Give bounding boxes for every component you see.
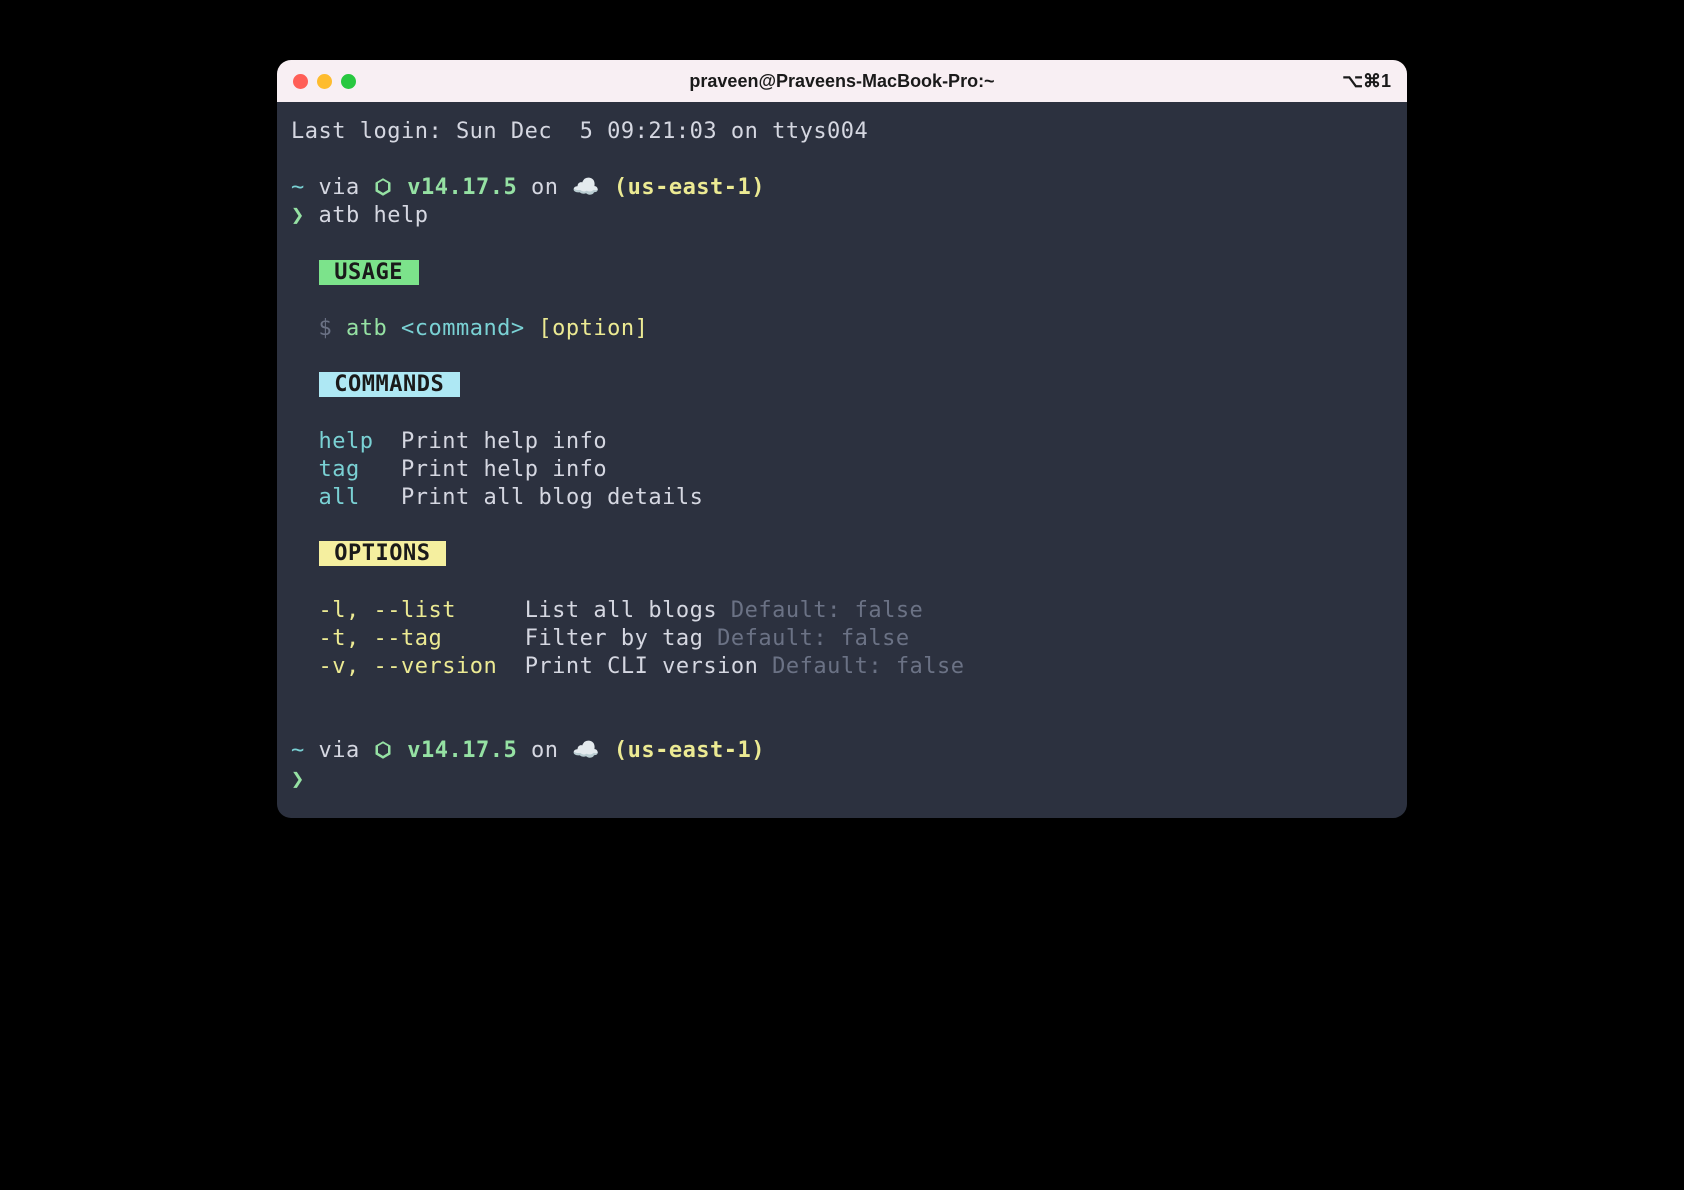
titlebar[interactable]: praveen@Praveens-MacBook-Pro:~ ⌥⌘1 bbox=[277, 60, 1407, 102]
empty-prompt-line[interactable]: ❯ bbox=[291, 766, 1393, 794]
command-desc: Print all blog details bbox=[401, 485, 703, 510]
option-row: -l, --list List all blogs Default: false bbox=[291, 597, 1393, 625]
node-icon bbox=[373, 738, 393, 763]
prompt-arrow: ❯ bbox=[291, 203, 319, 228]
titlebar-shortcut: ⌥⌘1 bbox=[1342, 71, 1391, 92]
option-flags: -v, --version bbox=[319, 654, 498, 679]
blank-line bbox=[291, 709, 1393, 737]
blank-line bbox=[291, 287, 1393, 315]
prompt-via: via bbox=[305, 738, 374, 763]
terminal-body[interactable]: Last login: Sun Dec 5 09:21:03 on ttys00… bbox=[277, 102, 1407, 818]
close-button[interactable] bbox=[293, 74, 308, 89]
cloud-icon: ☁️ bbox=[572, 175, 600, 200]
commands-header: COMMANDS bbox=[291, 371, 1393, 399]
usage-dollar: $ bbox=[291, 316, 346, 341]
options-header: OPTIONS bbox=[291, 540, 1393, 568]
option-default: Default: false bbox=[772, 654, 964, 679]
blank-line bbox=[291, 400, 1393, 428]
blank-line bbox=[291, 343, 1393, 371]
prompt-tilde: ~ bbox=[291, 738, 305, 763]
node-version: v14.17.5 bbox=[407, 175, 517, 200]
command-desc: Print help info bbox=[401, 457, 607, 482]
traffic-lights bbox=[293, 74, 356, 89]
option-row: -v, --version Print CLI version Default:… bbox=[291, 653, 1393, 681]
option-desc: List all blogs bbox=[525, 598, 731, 623]
cloud-icon: ☁️ bbox=[572, 738, 600, 763]
blank-line bbox=[291, 569, 1393, 597]
window-title: praveen@Praveens-MacBook-Pro:~ bbox=[293, 71, 1391, 92]
option-default: Default: false bbox=[717, 626, 909, 651]
blank-line bbox=[291, 146, 1393, 174]
aws-region: (us-east-1) bbox=[600, 175, 765, 200]
option-default: Default: false bbox=[731, 598, 923, 623]
minimize-button[interactable] bbox=[317, 74, 332, 89]
prompt-on: on bbox=[517, 738, 572, 763]
usage-args: <command> bbox=[401, 316, 538, 341]
option-desc: Print CLI version bbox=[525, 654, 772, 679]
prompt-line-2: ~ via v14.17.5 on ☁️ (us-east-1) bbox=[291, 737, 1393, 765]
aws-region: (us-east-1) bbox=[600, 738, 765, 763]
option-row: -t, --tag Filter by tag Default: false bbox=[291, 625, 1393, 653]
command-row: all Print all blog details bbox=[291, 484, 1393, 512]
command-row: help Print help info bbox=[291, 428, 1393, 456]
command-name: tag bbox=[319, 457, 360, 482]
prompt-line-1: ~ via v14.17.5 on ☁️ (us-east-1) bbox=[291, 174, 1393, 202]
usage-opts: [option] bbox=[538, 316, 648, 341]
usage-line: $ atb <command> [option] bbox=[291, 315, 1393, 343]
prompt-tilde: ~ bbox=[291, 175, 305, 200]
terminal-window: praveen@Praveens-MacBook-Pro:~ ⌥⌘1 Last … bbox=[277, 60, 1407, 818]
options-badge: OPTIONS bbox=[319, 541, 447, 566]
option-desc: Filter by tag bbox=[525, 626, 717, 651]
prompt-on: on bbox=[517, 175, 572, 200]
maximize-button[interactable] bbox=[341, 74, 356, 89]
command-line: ❯ atb help bbox=[291, 202, 1393, 230]
blank-line bbox=[291, 681, 1393, 709]
prompt-arrow: ❯ bbox=[291, 767, 319, 792]
blank-line bbox=[291, 512, 1393, 540]
usage-cmd: atb bbox=[346, 316, 401, 341]
commands-badge: COMMANDS bbox=[319, 372, 460, 397]
command-desc: Print help info bbox=[401, 429, 607, 454]
blank-line bbox=[291, 231, 1393, 259]
command-row: tag Print help info bbox=[291, 456, 1393, 484]
command-name: all bbox=[319, 485, 360, 510]
typed-command: atb help bbox=[319, 203, 429, 228]
usage-badge: USAGE bbox=[319, 260, 419, 285]
option-flags: -t, --tag bbox=[319, 626, 443, 651]
node-icon bbox=[373, 175, 393, 200]
prompt-via: via bbox=[305, 175, 374, 200]
node-version: v14.17.5 bbox=[407, 738, 517, 763]
last-login-line: Last login: Sun Dec 5 09:21:03 on ttys00… bbox=[291, 118, 1393, 146]
usage-header: USAGE bbox=[291, 259, 1393, 287]
command-name: help bbox=[319, 429, 374, 454]
option-flags: -l, --list bbox=[319, 598, 456, 623]
